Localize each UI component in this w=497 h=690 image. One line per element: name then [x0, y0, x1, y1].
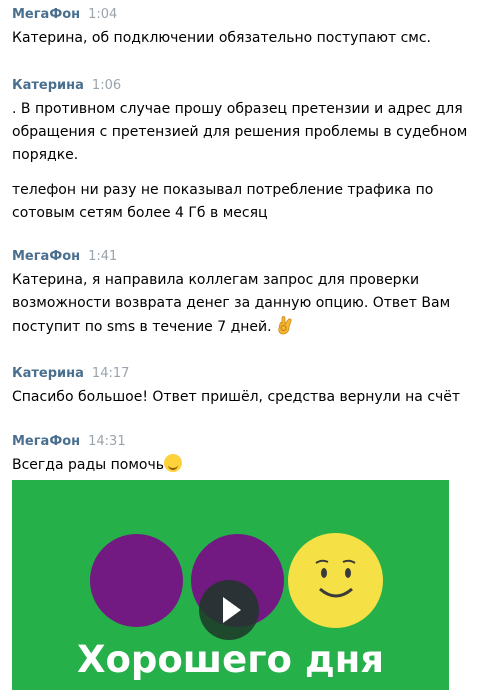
message-time[interactable]: 1:41	[88, 249, 117, 264]
message-text: порядке.	[12, 147, 79, 163]
chat-history: МегаФон 1:04 Катерина, об подключении об…	[0, 0, 497, 690]
message: Катерина 14:17 Спасибо большое! Ответ пр…	[12, 366, 487, 409]
message: Катерина 1:06 . В противном случае прошу…	[12, 78, 487, 225]
message-text: сотовым сетям более 4 Гб в месяц	[12, 205, 268, 221]
message-text: поступит по sms в течение 7 дней.	[12, 319, 272, 335]
message-text: Спасибо большое! Ответ пришёл, средства …	[12, 389, 461, 405]
message-author[interactable]: МегаФон	[12, 7, 80, 22]
message-text: Катерина, я направила коллегам запрос дл…	[12, 272, 420, 288]
smiling-face-icon	[164, 454, 182, 472]
message-time[interactable]: 1:04	[88, 7, 117, 22]
message-author[interactable]: Катерина	[12, 366, 84, 381]
purple-circle	[90, 534, 183, 627]
message-author[interactable]: МегаФон	[12, 249, 80, 264]
ok-hand-icon	[278, 316, 292, 335]
message-text-last: Всегда рады помочь	[12, 454, 487, 477]
message-time[interactable]: 1:06	[92, 78, 121, 93]
message: МегаФон 1:04 Катерина, об подключении об…	[12, 7, 487, 50]
message-text: . В противном случае прошу образец прете…	[12, 101, 463, 117]
message-text: обращения с претензией для решения пробл…	[12, 124, 468, 140]
message-time[interactable]: 14:31	[88, 434, 125, 449]
video-attachment[interactable]: Хорошего дня	[12, 480, 449, 690]
message-author[interactable]: МегаФон	[12, 434, 80, 449]
message-text: Всегда рады помочь	[12, 457, 164, 473]
message-text-last: поступит по sms в течение 7 дней.	[12, 315, 487, 339]
smiley-sun-icon	[288, 533, 383, 628]
video-caption: Хорошего дня	[76, 638, 385, 681]
play-icon[interactable]	[199, 580, 259, 640]
message-time[interactable]: 14:17	[92, 366, 129, 381]
message-text: возможности возврата денег за данную опц…	[12, 295, 451, 311]
message-text: телефон ни разу не показывал потребление…	[12, 182, 434, 198]
message-author[interactable]: Катерина	[12, 78, 84, 93]
message: МегаФон 14:31 Всегда рады помочь	[12, 434, 487, 477]
message-text: Катерина, об подключении обязательно пос…	[12, 30, 431, 46]
message: МегаФон 1:41 Катерина, я направила колле…	[12, 249, 487, 339]
